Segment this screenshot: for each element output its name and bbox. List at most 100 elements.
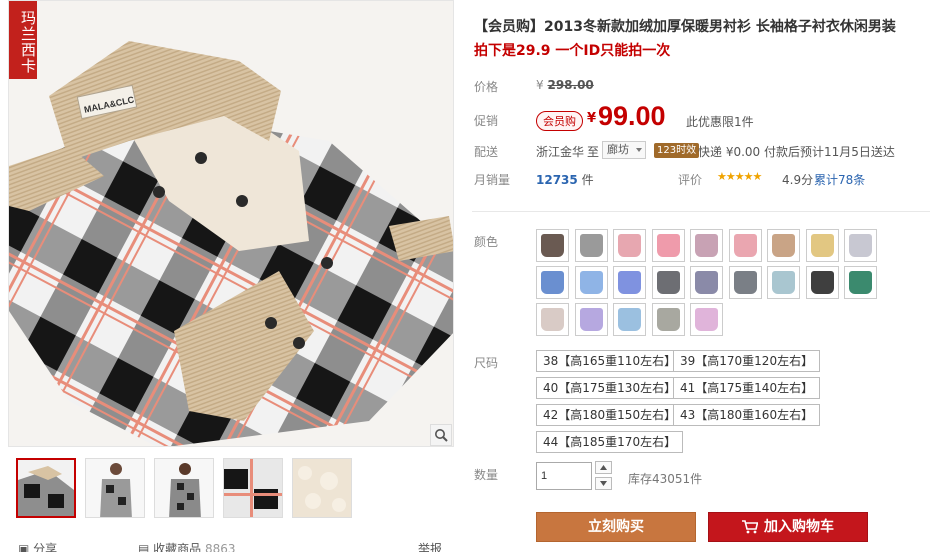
share-label: 分享 bbox=[33, 542, 58, 552]
size-option[interactable]: 42【高180重150左右】 bbox=[536, 404, 684, 426]
color-swatch[interactable] bbox=[690, 266, 723, 299]
color-swatch[interactable] bbox=[536, 303, 569, 336]
size-option[interactable]: 39【高170重120左右】 bbox=[673, 350, 821, 372]
original-currency: ¥ bbox=[536, 78, 544, 92]
sales-label: 月销量 bbox=[474, 173, 511, 187]
shirt-photo: MALA&CLC bbox=[9, 1, 453, 446]
product-title: 【会员购】2013冬新款加绒加厚保暖男衬衫 长袖格子衬衣休闲男装 bbox=[474, 19, 896, 35]
sales-count: 12735 bbox=[536, 173, 578, 187]
destination-value: 廊坊 bbox=[607, 143, 629, 156]
time-badge: 123时效 bbox=[654, 143, 700, 158]
share-link[interactable]: ▣ 分享 bbox=[18, 540, 57, 552]
swatch-shirt-icon bbox=[541, 234, 564, 257]
color-swatch[interactable] bbox=[574, 266, 608, 299]
swatch-shirt-icon bbox=[849, 271, 872, 294]
swatch-shirt-icon bbox=[695, 234, 718, 257]
swatch-shirt-icon bbox=[618, 308, 641, 331]
color-swatch[interactable] bbox=[651, 229, 685, 262]
swatch-shirt-icon bbox=[772, 234, 795, 257]
size-option[interactable]: 38【高165重110左右】 bbox=[536, 350, 684, 372]
sales-unit: 件 bbox=[581, 173, 594, 187]
swatch-shirt-icon bbox=[656, 308, 680, 331]
quantity-down-button[interactable] bbox=[595, 477, 612, 490]
color-swatch[interactable] bbox=[690, 303, 723, 336]
swatch-shirt-icon bbox=[579, 234, 603, 257]
swatch-shirt-icon bbox=[695, 308, 718, 331]
swatch-shirt-icon bbox=[849, 234, 872, 257]
delivery-info: 快递 ¥0.00 付款后预计11月5日送达 bbox=[698, 145, 895, 159]
color-swatch[interactable] bbox=[536, 266, 569, 299]
swatch-shirt-icon bbox=[579, 308, 603, 331]
thumbnail-3[interactable] bbox=[154, 458, 214, 518]
thumbnail-4[interactable] bbox=[223, 458, 283, 518]
color-swatch[interactable] bbox=[613, 266, 646, 299]
color-swatch[interactable] bbox=[728, 229, 762, 262]
price-label: 价格 bbox=[474, 80, 499, 94]
color-swatch[interactable] bbox=[613, 229, 646, 262]
quantity-up-button[interactable] bbox=[595, 461, 612, 474]
color-swatch[interactable] bbox=[728, 266, 762, 299]
color-swatch[interactable] bbox=[651, 266, 685, 299]
color-swatch[interactable] bbox=[767, 229, 800, 262]
color-swatch[interactable] bbox=[690, 229, 723, 262]
size-option[interactable]: 41【高175重140左右】 bbox=[673, 377, 821, 399]
quantity-label: 数量 bbox=[474, 468, 499, 482]
swatch-shirt-icon bbox=[772, 271, 795, 294]
size-option[interactable]: 43【高180重160左右】 bbox=[673, 404, 821, 426]
original-price-value: 298.00 bbox=[547, 78, 594, 92]
thumbnail-2[interactable] bbox=[85, 458, 145, 518]
buy-now-button[interactable]: 立刻购买 bbox=[536, 512, 696, 542]
color-swatch[interactable] bbox=[767, 266, 800, 299]
swatch-shirt-icon bbox=[810, 234, 834, 257]
swatch-shirt-icon bbox=[618, 271, 641, 294]
promo-limit: 此优惠限1件 bbox=[686, 115, 754, 129]
swatch-shirt-icon bbox=[541, 308, 564, 331]
ship-to-word: 至 bbox=[587, 145, 600, 159]
quantity-input[interactable] bbox=[536, 462, 592, 490]
shipping-label: 配送 bbox=[474, 145, 499, 159]
member-badge: 会员购 bbox=[536, 111, 583, 131]
size-label: 尺码 bbox=[474, 356, 499, 370]
chevron-down-icon bbox=[636, 148, 642, 152]
thumbnail-1[interactable] bbox=[16, 458, 76, 518]
swatch-shirt-icon bbox=[579, 271, 603, 294]
promo-label: 促销 bbox=[474, 114, 499, 128]
thumbnail-5[interactable] bbox=[292, 458, 352, 518]
color-swatch[interactable] bbox=[844, 229, 877, 262]
add-to-cart-label: 加入购物车 bbox=[764, 519, 834, 535]
swatch-shirt-icon bbox=[695, 271, 718, 294]
size-option[interactable]: 40【高175重130左右】 bbox=[536, 377, 684, 399]
rating-score: 4.9分 bbox=[782, 173, 814, 187]
rating-stars-icon: ★★★★★ bbox=[717, 170, 762, 183]
divider bbox=[472, 211, 930, 212]
color-swatch[interactable] bbox=[574, 229, 608, 262]
color-swatch[interactable] bbox=[805, 266, 839, 299]
reviews-link[interactable]: 累计78条 bbox=[814, 171, 865, 188]
color-swatch[interactable] bbox=[651, 303, 685, 336]
favorite-count: 8863 bbox=[205, 542, 236, 552]
favorite-link[interactable]: ▤ 收藏商品 8863 bbox=[138, 540, 236, 552]
zoom-icon[interactable] bbox=[430, 424, 452, 446]
color-swatch[interactable] bbox=[805, 229, 839, 262]
color-swatch[interactable] bbox=[844, 266, 877, 299]
swatch-shirt-icon bbox=[541, 271, 564, 294]
original-price: ¥ 298.00 bbox=[536, 78, 594, 92]
color-swatch[interactable] bbox=[613, 303, 646, 336]
brand-seal: 玛兰西卡 bbox=[9, 1, 37, 79]
add-to-cart-button[interactable]: 加入购物车 bbox=[708, 512, 868, 542]
swatch-shirt-icon bbox=[656, 234, 680, 257]
cart-icon bbox=[742, 520, 759, 534]
swatch-shirt-icon bbox=[733, 271, 757, 294]
report-link[interactable]: 举报 bbox=[418, 540, 442, 552]
main-product-image[interactable]: MALA&CLC 玛兰西卡 bbox=[8, 0, 454, 447]
swatch-shirt-icon bbox=[810, 271, 834, 294]
color-swatch[interactable] bbox=[536, 229, 569, 262]
size-option[interactable]: 44【高185重170左右】 bbox=[536, 431, 684, 453]
destination-select[interactable]: 廊坊 bbox=[602, 141, 646, 159]
rating-label: 评价 bbox=[678, 173, 703, 187]
swatch-shirt-icon bbox=[733, 234, 757, 257]
stock-info: 库存43051件 bbox=[628, 472, 703, 486]
promo-currency: ¥ bbox=[587, 111, 597, 126]
color-swatch[interactable] bbox=[574, 303, 608, 336]
color-label: 颜色 bbox=[474, 235, 499, 249]
